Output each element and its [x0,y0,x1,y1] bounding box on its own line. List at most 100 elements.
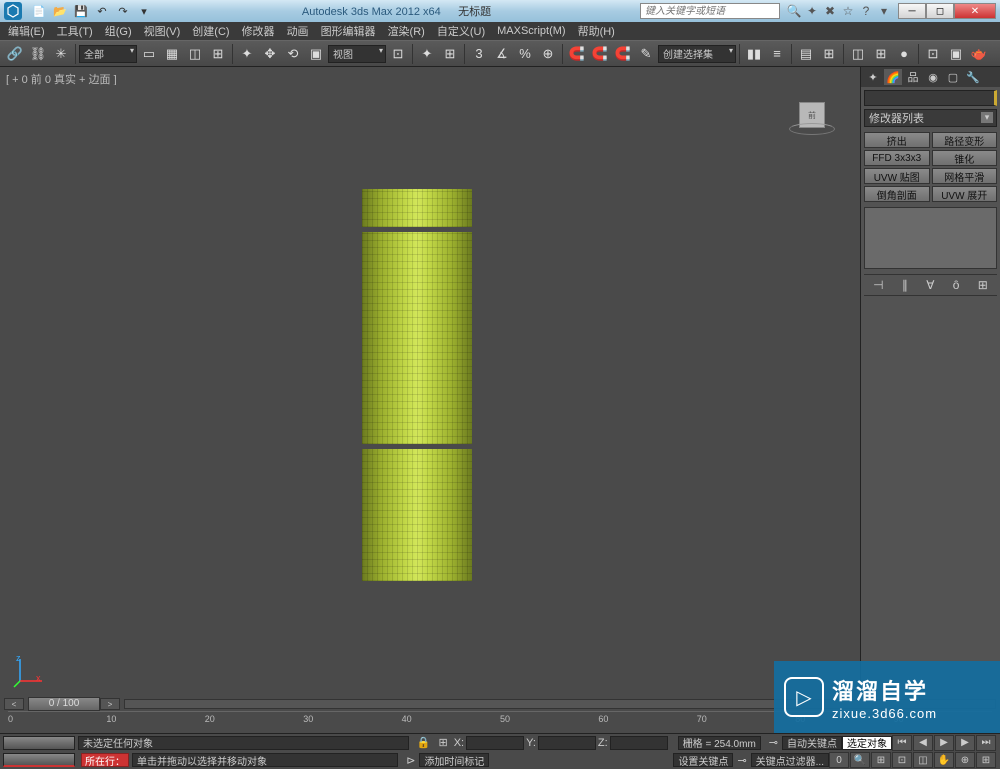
motion-tab-icon[interactable]: ◉ [924,69,942,85]
manip-icon[interactable]: ✦ [416,43,438,65]
mod-meshsmooth[interactable]: 网格平滑 [932,168,998,184]
modifier-stack[interactable] [864,207,997,269]
curve-editor-icon[interactable]: ◫ [847,43,869,65]
menu-help[interactable]: 帮助(H) [572,23,621,39]
zoom-ext-icon[interactable]: ⊡ [892,752,912,768]
key-filters-button[interactable]: 关键点过滤器... [751,753,829,767]
play-icon[interactable]: ▶ [934,735,954,751]
minimize-button[interactable]: ─ [898,3,926,19]
link-icon[interactable]: 🔗 [4,43,26,65]
select-region-icon[interactable]: ◫ [184,43,206,65]
mod-pathdeform[interactable]: 路径变形 [932,132,998,148]
viewcube[interactable]: 前 [784,87,840,143]
lock-icon[interactable]: 🔒 [417,736,431,749]
exchange-icon[interactable]: ✖ [822,3,838,19]
mod-extrude[interactable]: 挤出 [864,132,930,148]
edit-named-icon[interactable]: ✎ [635,43,657,65]
menu-customize[interactable]: 自定义(U) [431,23,491,39]
nsnap3-icon[interactable]: 🧲 [612,43,634,65]
zoom-icon[interactable]: 🔍 [850,752,870,768]
menu-edit[interactable]: 编辑(E) [2,23,51,39]
modify-tab-icon[interactable]: 🌈 [884,69,902,85]
display-tab-icon[interactable]: ▢ [944,69,962,85]
goto-start-icon[interactable]: ⏮ [892,735,912,751]
align-icon[interactable]: ≡ [766,43,788,65]
undo-icon[interactable]: ↶ [93,3,111,19]
menu-modifiers[interactable]: 修改器 [236,23,281,39]
angle-snap-icon[interactable]: ∡ [491,43,513,65]
orbit-icon[interactable]: ⊕ [955,752,975,768]
schematic-icon[interactable]: ⊞ [870,43,892,65]
prev-frame-icon[interactable]: ◀ [913,735,933,751]
pivot-icon[interactable]: ⊡ [387,43,409,65]
bind-icon[interactable]: ✳ [50,43,72,65]
new-icon[interactable]: 📄 [30,3,48,19]
goto-end-icon[interactable]: ⏭ [976,735,996,751]
layers-icon[interactable]: ▤ [795,43,817,65]
y-coord-field[interactable] [538,736,596,750]
zoom-all-icon[interactable]: ⊞ [871,752,891,768]
key-filter-icon[interactable]: ⊸ [737,754,746,767]
unlink-icon[interactable]: ⛓ [27,43,49,65]
menu-create[interactable]: 创建(C) [186,23,235,39]
scale-icon[interactable]: ▣ [305,43,327,65]
menu-maxscript[interactable]: MAXScript(M) [491,25,571,37]
ref-coord-dropdown[interactable]: 视图 [328,45,386,63]
hierarchy-tab-icon[interactable]: 品 [904,69,922,85]
add-time-tag[interactable]: 添加时间标记 [419,753,489,767]
snap-toggle-icon[interactable]: 3 [468,43,490,65]
show-end-icon[interactable]: ∥ [902,278,908,292]
auto-key-button[interactable]: 自动关键点 [782,736,842,750]
down-icon[interactable]: ▾ [135,3,153,19]
mod-taper[interactable]: 锥化 [932,150,998,166]
cylinder-bottom[interactable] [362,449,472,581]
selection-filter-dropdown[interactable]: 全部 [79,45,137,63]
set-key-big[interactable] [3,736,75,750]
render-prod-icon[interactable]: 🫖 [968,43,990,65]
object-name-field[interactable] [864,90,997,106]
mod-uvwmap[interactable]: UVW 贴图 [864,168,930,184]
time-tag-icon[interactable]: ⊳ [406,754,415,767]
viewport[interactable]: [ + 0 前 0 真实 + 边面 ] 前 z x [0,67,860,697]
spinner-snap-icon[interactable]: ⊕ [537,43,559,65]
search-icon[interactable]: 🔍 [786,3,802,19]
cursor-icon[interactable]: ✦ [236,43,258,65]
fav-icon[interactable]: ☆ [840,3,856,19]
mod-bevelprofile[interactable]: 倒角剖面 [864,186,930,202]
keymode-icon[interactable]: ⊞ [439,43,461,65]
next-frame-icon[interactable]: ▶ [955,735,975,751]
selected-set-field[interactable]: 选定对象 [842,736,892,750]
render-setup-icon[interactable]: ⊡ [922,43,944,65]
max-toggle-icon[interactable]: ⊞ [976,752,996,768]
help-search-input[interactable] [640,3,780,19]
rotate-icon[interactable]: ⟲ [282,43,304,65]
nsnap1-icon[interactable]: 🧲 [566,43,588,65]
mod-unwrap[interactable]: UVW 展开 [932,186,998,202]
select-icon[interactable]: ▭ [138,43,160,65]
configure-icon[interactable]: ⊞ [978,278,988,292]
menu-grapheditors[interactable]: 图形编辑器 [315,23,382,39]
create-tab-icon[interactable]: ✦ [864,69,882,85]
menu-rendering[interactable]: 渲染(R) [382,23,431,39]
remove-mod-icon[interactable]: ȏ [953,278,960,292]
help-icon[interactable]: ? [858,3,874,19]
key-icon[interactable]: ⊸ [769,736,778,749]
save-icon[interactable]: 💾 [72,3,90,19]
pan-icon[interactable]: ✋ [934,752,954,768]
menu-group[interactable]: 组(G) [99,23,138,39]
named-selection-dropdown[interactable]: 创建选择集 [658,45,736,63]
graphite-icon[interactable]: ⊞ [818,43,840,65]
app-icon[interactable] [4,2,22,20]
mod-ffd[interactable]: FFD 3x3x3 [864,150,930,166]
set-key-big-2[interactable] [3,753,75,767]
move-icon[interactable]: ✥ [259,43,281,65]
nsnap2-icon[interactable]: 🧲 [589,43,611,65]
menu-animation[interactable]: 动画 [281,23,315,39]
selection-lock-icon[interactable]: ⊞ [438,736,447,749]
redo-icon[interactable]: ↷ [114,3,132,19]
modifier-list-dropdown[interactable]: 修改器列表 [864,109,997,127]
viewport-canvas[interactable]: 前 z x [2,85,858,695]
subscript-icon[interactable]: ✦ [804,3,820,19]
menu-tools[interactable]: 工具(T) [51,23,99,39]
time-config-icon[interactable]: 0 [829,752,849,768]
